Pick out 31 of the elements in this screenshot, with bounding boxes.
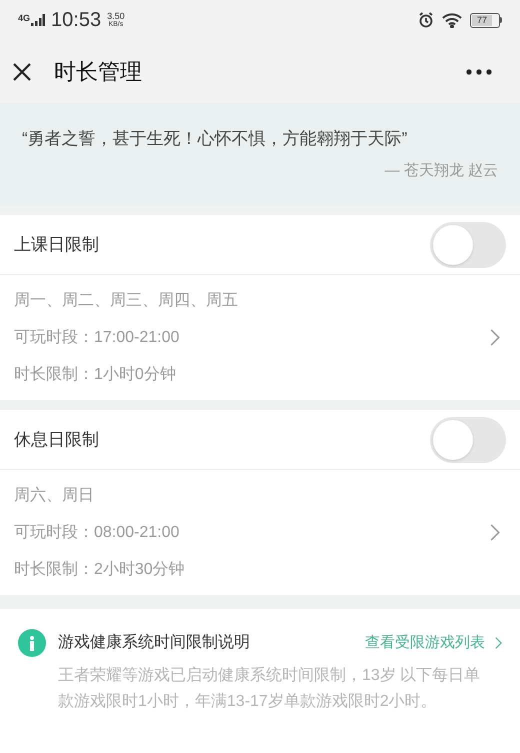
duration-text: 时长限制：1小时0分钟 [14, 364, 177, 384]
more-icon[interactable] [466, 68, 492, 74]
speed-value: 3.50 [107, 12, 125, 21]
period-text: 可玩时段：08:00-21:00 [14, 522, 180, 542]
notice-body: 王者荣耀等游戏已启动健康系统时间限制，13岁 以下每日单款游戏限时1小时，年满13-17岁单款游戏限时2小时。 [58, 666, 482, 712]
signal-icon [31, 14, 46, 26]
restricted-games-link[interactable]: 查看受限游戏列表 [365, 632, 502, 654]
schedule-row[interactable]: 周六、周日 可玩时段：08:00-21:00 时长限制：2小时30分钟 [0, 470, 520, 595]
notice-title: 游戏健康系统时间限制说明 [58, 632, 250, 653]
battery-indicator: 77 [470, 12, 502, 28]
clock-time: 10:53 [51, 8, 102, 33]
quote-text: “勇者之誓，甚于生死！心怀不惧，方能翱翔于天际” [22, 128, 408, 150]
network-label: 4G [18, 14, 30, 23]
info-icon [18, 629, 46, 657]
chevron-right-icon [495, 637, 502, 649]
toggle-switch[interactable] [430, 222, 506, 268]
duration-text: 时长限制：2小时30分钟 [14, 560, 185, 580]
days-text: 周六、周日 [14, 486, 95, 506]
chevron-right-icon [490, 524, 500, 541]
days-text: 周一、周二、周三、周四、周五 [14, 290, 238, 310]
chevron-right-icon [490, 329, 500, 346]
quote-attribution: — 苍天翔龙 赵云 [384, 160, 498, 180]
toggle-switch[interactable] [430, 416, 506, 462]
limit-title: 上课日限制 [14, 234, 99, 256]
period-text: 可玩时段：17:00-21:00 [14, 328, 180, 348]
page-title: 时长管理 [54, 58, 142, 86]
limit-title: 休息日限制 [14, 428, 99, 451]
schedule-row[interactable]: 周一、周二、周三、周四、周五 可玩时段：17:00-21:00 时长限制：1小时0分钟 [0, 275, 520, 400]
close-icon[interactable] [12, 62, 32, 82]
alarm-icon [418, 12, 434, 28]
wifi-icon [442, 12, 462, 28]
